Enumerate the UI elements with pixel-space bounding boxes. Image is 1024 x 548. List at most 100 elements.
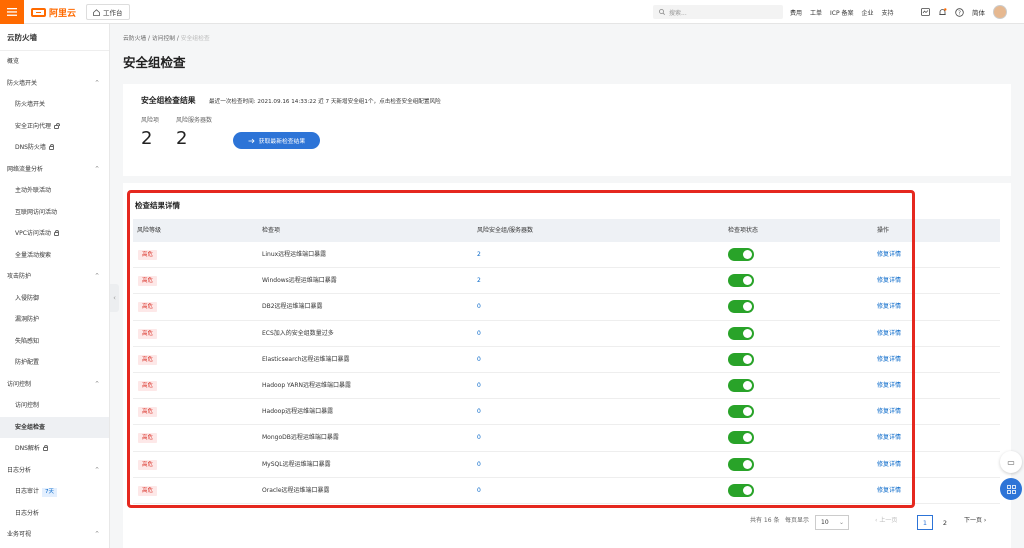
status-toggle[interactable] — [728, 248, 754, 261]
sidebar-item[interactable]: 失陷感知 — [0, 331, 109, 353]
repair-details-link[interactable]: 修复详情 — [877, 321, 901, 347]
link-enterprise[interactable]: 企业 — [862, 8, 874, 17]
repair-details-link[interactable]: 修复详情 — [877, 242, 901, 268]
risk-count-link[interactable]: 0 — [477, 425, 481, 451]
repair-details-link[interactable]: 修复详情 — [877, 373, 901, 399]
sidebar-group[interactable]: 网络流量分析 ⌃ — [0, 159, 109, 181]
sidebar-item[interactable]: 互联网访问活动 — [0, 202, 109, 224]
svg-text:?: ? — [958, 10, 961, 16]
language-switch[interactable]: 简体 — [972, 7, 985, 17]
chevron-up-icon: ⌃ — [94, 379, 100, 388]
sidebar-item[interactable]: 漏洞防护 — [0, 309, 109, 331]
workbench-button[interactable]: 工作台 — [86, 4, 130, 20]
sidebar-group[interactable]: 攻击防护 ⌃ — [0, 266, 109, 288]
sidebar-group[interactable]: 防火墙开关 ⌃ — [0, 73, 109, 95]
risk-count-link[interactable]: 0 — [477, 478, 481, 504]
link-tickets[interactable]: 工单 — [810, 8, 822, 17]
sidebar-item[interactable]: 主动外联活动 — [0, 180, 109, 202]
page-1-button[interactable]: 1 — [917, 515, 933, 530]
chevron-up-icon: ⌃ — [94, 78, 100, 87]
sidebar-item[interactable]: 访问控制 — [0, 395, 109, 417]
arrow-right-icon — [248, 138, 255, 143]
sidebar-item-label: 安全正向代理 — [15, 122, 52, 130]
check-item-name: Oracle远程运维端口暴露 — [262, 486, 330, 494]
sidebar-item[interactable]: DNS解析 — [0, 438, 109, 460]
status-toggle[interactable] — [728, 431, 754, 445]
repair-details-link[interactable]: 修复详情 — [877, 452, 901, 478]
chevron-up-icon: ⌃ — [94, 530, 100, 538]
sidebar-item-label: 防火墙开关 — [15, 101, 46, 108]
search-input[interactable]: 搜索... — [653, 5, 783, 19]
sidebar-item[interactable]: DNS防火墙 — [0, 137, 109, 159]
sidebar-item-label: 互联网访问活动 — [15, 208, 58, 216]
aliyun-logo[interactable]: 阿里云 — [31, 6, 76, 19]
risk-count-link[interactable]: 0 — [477, 347, 481, 373]
status-toggle[interactable] — [728, 326, 754, 340]
repair-details-link[interactable]: 修复详情 — [877, 347, 901, 373]
next-page-button[interactable]: 下一页 › — [964, 515, 986, 524]
bell-icon[interactable] — [938, 7, 947, 17]
repair-details-link[interactable]: 修复详情 — [877, 399, 901, 425]
menu-icon[interactable] — [0, 0, 24, 24]
risk-count-link[interactable]: 0 — [477, 294, 481, 320]
page-title: 安全组检查 — [123, 55, 186, 70]
col-actions: 操作 — [877, 227, 890, 234]
status-toggle[interactable] — [728, 483, 754, 497]
sidebar-item[interactable]: 安全正向代理 — [0, 116, 109, 138]
check-item-name: Elasticsearch远程运维端口暴露 — [262, 355, 350, 363]
sidebar-item-label: 概览 — [7, 58, 20, 65]
sidebar-item[interactable]: 入侵防御 — [0, 288, 109, 310]
sidebar-item-label: VPC访问活动 — [15, 230, 51, 237]
repair-details-link[interactable]: 修复详情 — [877, 478, 901, 504]
table-row: 高危 Windows远程运维端口暴露 2 修复详情 — [133, 268, 1000, 295]
sidebar-item-label: 安全组检查 — [15, 423, 46, 431]
repair-details-link[interactable]: 修复详情 — [877, 425, 901, 451]
link-support[interactable]: 支持 — [882, 8, 894, 17]
search-placeholder: 搜索... — [669, 9, 687, 17]
sidebar-group[interactable]: 概览 — [0, 51, 109, 73]
col-risk-level: 风险等级 — [137, 227, 162, 234]
repair-details-link[interactable]: 修复详情 — [877, 268, 901, 294]
sidebar-item[interactable]: 日志分析 — [0, 503, 109, 525]
sidebar-group[interactable]: 业务可视 ⌃ — [0, 524, 109, 546]
risk-count-link[interactable]: 2 — [477, 268, 481, 294]
status-toggle[interactable] — [728, 457, 754, 471]
prev-page-button[interactable]: ‹ 上一页 — [875, 515, 897, 524]
status-toggle[interactable] — [728, 405, 754, 419]
link-icp[interactable]: ICP 备案 — [830, 8, 854, 17]
sidebar-group[interactable]: 访问控制 ⌃ — [0, 374, 109, 396]
link-fees[interactable]: 费用 — [790, 8, 802, 17]
check-item-name: DB2远程运维端口暴露 — [262, 303, 323, 311]
sidebar-item[interactable]: VPC访问活动 — [0, 223, 109, 245]
sidebar: 云防火墙 概览 防火墙开关 ⌃ 防火墙开关 安全正向代理 DNS防火墙 网络流量分析 ⌃ 主动外… — [0, 24, 110, 548]
status-toggle[interactable] — [728, 274, 754, 288]
sidebar-item[interactable]: 全量活动搜索 — [0, 245, 109, 267]
repair-details-link[interactable]: 修复详情 — [877, 294, 901, 320]
status-toggle[interactable] — [728, 352, 754, 366]
page-size-select[interactable]: 10 ⌄ — [815, 515, 849, 530]
sidebar-item[interactable]: 防护配置 — [0, 352, 109, 374]
breadcrumb-item[interactable]: 访问控制 — [152, 36, 175, 42]
refresh-results-button[interactable]: 获取最新检查结果 — [233, 132, 320, 149]
sidebar-collapse-handle[interactable]: ‹ — [110, 284, 119, 312]
page-2-button[interactable]: 2 — [937, 515, 953, 530]
sidebar-item[interactable]: 防火墙开关 — [0, 94, 109, 116]
breadcrumb-item[interactable]: 云防火墙 — [123, 36, 146, 42]
avatar[interactable] — [993, 5, 1007, 19]
risk-count-link[interactable]: 0 — [477, 399, 481, 425]
sidebar-item[interactable]: 日志审计 7天 — [0, 481, 109, 503]
apps-grid-button[interactable] — [1000, 478, 1022, 500]
risk-count-link[interactable]: 0 — [477, 452, 481, 478]
risk-count-link[interactable]: 0 — [477, 321, 481, 347]
top-icons: ? 简体 — [921, 0, 1007, 24]
status-toggle[interactable] — [728, 300, 754, 314]
risk-count-link[interactable]: 2 — [477, 242, 481, 268]
sidebar-group[interactable]: 日志分析 ⌃ — [0, 460, 109, 482]
days-badge: 7天 — [42, 488, 58, 497]
status-toggle[interactable] — [728, 379, 754, 392]
sidebar-item[interactable]: 安全组检查 — [0, 416, 109, 438]
help-icon[interactable]: ? — [955, 7, 964, 17]
feedback-chat-button[interactable]: ▭ — [1000, 451, 1022, 473]
message-icon[interactable] — [921, 8, 930, 16]
risk-count-link[interactable]: 0 — [477, 373, 481, 399]
